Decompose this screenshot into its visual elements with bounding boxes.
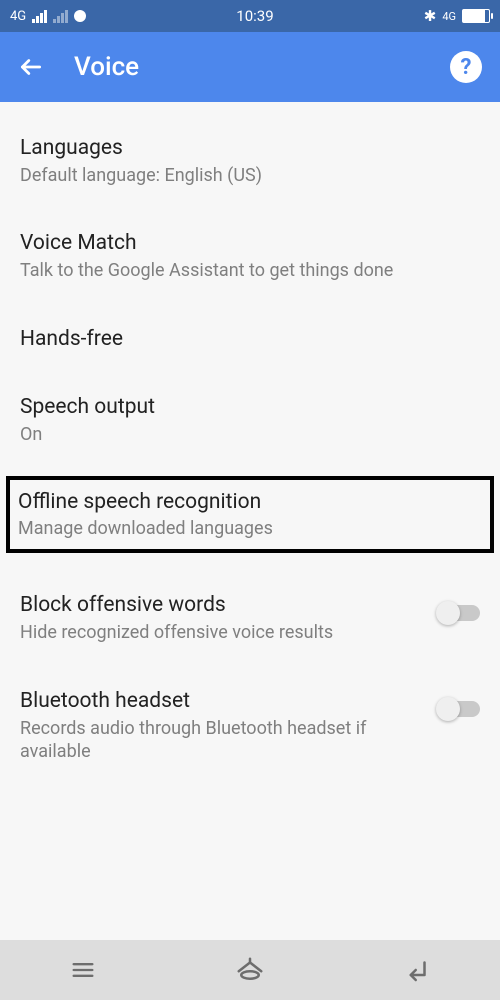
back-button[interactable] — [18, 54, 44, 80]
setting-hands-free[interactable]: Hands-free — [0, 327, 500, 351]
home-icon — [235, 955, 265, 985]
status-time: 10:39 — [86, 7, 424, 25]
toggle-knob-icon — [436, 601, 460, 625]
setting-subtitle: Manage downloaded languages — [18, 518, 482, 539]
setting-subtitle: Hide recognized offensive voice results — [20, 621, 418, 644]
setting-subtitle: Talk to the Google Assistant to get thin… — [20, 259, 480, 282]
setting-title: Hands-free — [20, 327, 480, 351]
setting-languages[interactable]: Languages Default language: English (US) — [0, 136, 500, 187]
status-right: ✱ 4G — [424, 7, 490, 25]
system-nav-bar — [0, 940, 500, 1000]
setting-bluetooth-headset[interactable]: Bluetooth headset Records audio through … — [0, 689, 500, 764]
setting-offline-speech[interactable]: Offline speech recognition Manage downlo… — [6, 476, 494, 553]
setting-speech-output[interactable]: Speech output On — [0, 395, 500, 446]
toggle-bluetooth-headset[interactable] — [438, 701, 480, 717]
setting-subtitle: Default language: English (US) — [20, 164, 480, 187]
help-button[interactable]: ? — [450, 51, 482, 83]
menu-icon — [69, 956, 97, 984]
status-bar: 4G 10:39 ✱ 4G — [0, 0, 500, 32]
setting-voice-match[interactable]: Voice Match Talk to the Google Assistant… — [0, 231, 500, 282]
nav-home-button[interactable] — [230, 950, 270, 990]
arrow-back-icon — [18, 54, 44, 80]
nav-back-button[interactable] — [397, 950, 437, 990]
setting-title: Speech output — [20, 395, 480, 419]
setting-title: Block offensive words — [20, 593, 418, 617]
network-label: 4G — [10, 9, 26, 24]
status-left: 4G — [10, 9, 86, 24]
setting-title: Languages — [20, 136, 480, 160]
settings-list: Languages Default language: English (US)… — [0, 102, 500, 763]
data-label: 4G — [442, 10, 456, 23]
app-header: Voice ? — [0, 32, 500, 102]
help-icon: ? — [461, 55, 472, 80]
bluetooth-icon: ✱ — [424, 7, 437, 25]
back-icon — [402, 955, 432, 985]
status-dot-icon — [74, 10, 86, 22]
nav-recent-button[interactable] — [63, 950, 103, 990]
toggle-knob-icon — [436, 697, 460, 721]
setting-title: Bluetooth headset — [20, 689, 418, 713]
toggle-block-offensive[interactable] — [438, 605, 480, 621]
signal-bars-sim2-icon — [53, 10, 68, 23]
setting-title: Offline speech recognition — [18, 490, 482, 514]
setting-block-offensive[interactable]: Block offensive words Hide recognized of… — [0, 593, 500, 644]
signal-bars-sim1-icon — [32, 10, 47, 23]
page-title: Voice — [74, 52, 450, 82]
battery-icon — [462, 9, 490, 23]
setting-subtitle: Records audio through Bluetooth headset … — [20, 717, 418, 764]
setting-title: Voice Match — [20, 231, 480, 255]
setting-subtitle: On — [20, 423, 480, 446]
